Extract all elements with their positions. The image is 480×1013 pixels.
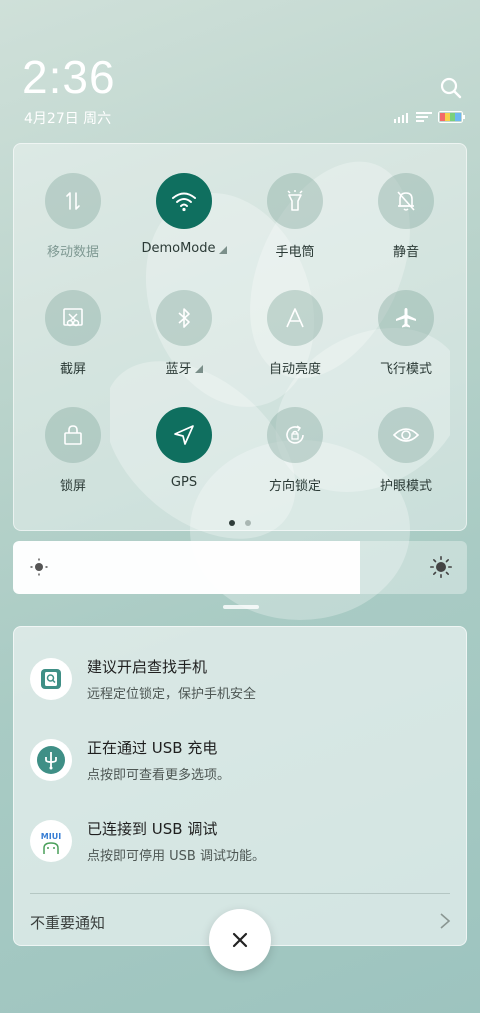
date-label: 4月27日 周六 [24, 111, 112, 127]
find-device-icon [30, 658, 72, 700]
brightness-low-icon [30, 558, 48, 576]
tile-label: DemoMode [141, 241, 216, 256]
notification-subtitle: 远程定位锁定，保护手机安全 [87, 687, 257, 702]
airplane-icon [378, 290, 434, 346]
tile-label-wrap: DemoMode [141, 241, 227, 256]
tile-auto-brightness[interactable]: 自动亮度 [240, 290, 350, 400]
mobile-data-icon [45, 173, 101, 229]
brightness-slider[interactable] [13, 541, 467, 594]
tile-label: 护眼模式 [379, 479, 432, 494]
tile-label: 自动亮度 [268, 362, 321, 377]
status-bar-icons [394, 110, 466, 124]
tile-label: 飞行模式 [379, 362, 432, 377]
close-button[interactable] [209, 909, 271, 971]
signal-icon [394, 113, 408, 123]
tile-eye-care[interactable]: 护眼模式 [351, 407, 461, 517]
tile-mobile-data[interactable]: 移动数据 [18, 173, 128, 283]
tile-label: GPS [170, 475, 198, 490]
tile-mute[interactable]: 静音 [351, 173, 461, 283]
search-icon[interactable] [439, 76, 463, 100]
tile-flashlight[interactable]: 手电筒 [240, 173, 350, 283]
close-icon [232, 932, 248, 948]
notification-subtitle: 点按即可查看更多选项。 [87, 768, 231, 783]
unimportant-notifications-label[interactable]: 不重要通知 [30, 912, 105, 933]
auto-brightness-icon [267, 290, 323, 346]
page-indicator [14, 520, 466, 526]
notification-usb-charging[interactable]: 正在通过 USB 充电 点按即可查看更多选项。 [30, 730, 450, 790]
page-dot-active[interactable] [229, 520, 235, 526]
drag-handle[interactable] [223, 605, 259, 609]
wifi-status-icon [416, 112, 432, 122]
notification-title: 建议开启查找手机 [87, 658, 208, 676]
tile-gps[interactable]: GPS [129, 407, 239, 517]
lock-icon [45, 407, 101, 463]
page-dot[interactable] [245, 520, 251, 526]
rotation-lock-icon [267, 407, 323, 463]
gps-icon [156, 407, 212, 463]
notification-subtitle: 点按即可停用 USB 调试功能。 [87, 849, 265, 864]
battery-icon [438, 111, 465, 123]
flashlight-icon [267, 173, 323, 229]
tile-label: 手电筒 [275, 245, 315, 260]
tile-airplane[interactable]: 飞行模式 [351, 290, 461, 400]
usb-icon [30, 739, 72, 781]
notification-title: 正在通过 USB 充电 [87, 739, 218, 757]
eye-icon [378, 407, 434, 463]
tile-label: 方向锁定 [268, 479, 321, 494]
tile-bluetooth[interactable]: 蓝牙 [129, 290, 239, 400]
mute-bell-icon [378, 173, 434, 229]
expand-indicator-icon [218, 245, 227, 254]
brightness-high-icon [430, 556, 452, 578]
tile-label-wrap: 蓝牙 [165, 358, 203, 377]
tile-label: 截屏 [59, 362, 86, 377]
notification-panel: 建议开启查找手机 远程定位锁定，保护手机安全 正在通过 USB 充电 点按即可查… [13, 626, 467, 946]
tile-lock-screen[interactable]: 锁屏 [18, 407, 128, 517]
screenshot-icon [45, 290, 101, 346]
divider [30, 893, 450, 894]
brightness-fill [13, 541, 361, 594]
tile-wifi[interactable]: DemoMode [129, 173, 239, 283]
tile-label: 移动数据 [46, 245, 99, 260]
chevron-right-icon[interactable] [438, 911, 452, 931]
tile-label: 蓝牙 [165, 362, 192, 377]
miui-icon-text: MIUI [41, 832, 61, 841]
tile-label: 静音 [392, 245, 419, 260]
notification-title: 已连接到 USB 调试 [87, 820, 218, 838]
tile-screenshot[interactable]: 截屏 [18, 290, 128, 400]
expand-indicator-icon [194, 364, 203, 373]
notification-find-device[interactable]: 建议开启查找手机 远程定位锁定，保护手机安全 [30, 649, 450, 709]
bluetooth-icon [156, 290, 212, 346]
tile-label: 锁屏 [59, 479, 86, 494]
wifi-icon [156, 173, 212, 229]
miui-icon: MIUI [30, 820, 72, 862]
clock: 2:36 [22, 51, 116, 103]
notification-usb-debugging[interactable]: MIUI 已连接到 USB 调试 点按即可停用 USB 调试功能。 [30, 811, 450, 871]
tile-rotation-lock[interactable]: 方向锁定 [240, 407, 350, 517]
quick-settings-panel: 移动数据 DemoMode 手电筒 静音 截屏 蓝牙 自动亮度 飞行模式 锁屏 … [13, 143, 467, 531]
